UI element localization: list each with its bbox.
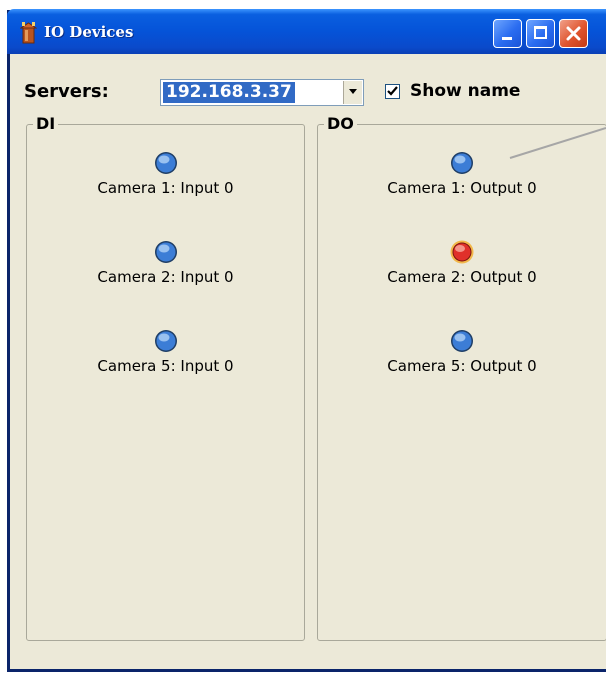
minimize-button[interactable]: [493, 19, 522, 48]
do-group: DO Camera 1: Output 0 Camera 2: Output 0: [317, 114, 606, 641]
close-icon: [566, 26, 581, 41]
led-off-icon: [154, 330, 177, 352]
led-off-icon: [451, 152, 473, 174]
chevron-down-icon: [349, 89, 357, 94]
show-name-label[interactable]: Show name: [410, 81, 520, 101]
do-item-camera-1[interactable]: Camera 1: Output 0: [318, 151, 606, 197]
maximize-icon: [534, 26, 547, 39]
do-item-camera-5[interactable]: Camera 5: Output 0: [318, 329, 606, 375]
server-select[interactable]: 192.168.3.37: [160, 79, 364, 106]
server-dropdown-button[interactable]: [343, 81, 362, 104]
di-item-label: Camera 2: Input 0: [97, 268, 234, 286]
title-bar[interactable]: IO Devices: [7, 9, 606, 54]
di-item-label: Camera 1: Input 0: [97, 179, 234, 197]
server-select-value: 192.168.3.37: [163, 82, 295, 103]
show-name-checkbox[interactable]: [385, 84, 400, 99]
servers-label: Servers:: [24, 81, 109, 102]
window-title: IO Devices: [44, 23, 134, 41]
led-on-icon: [450, 240, 474, 264]
led-off-icon: [154, 241, 177, 263]
do-item-camera-2[interactable]: Camera 2: Output 0: [318, 240, 606, 286]
do-item-label: Camera 1: Output 0: [387, 179, 537, 197]
di-item-camera-2[interactable]: Camera 2: Input 0: [27, 240, 304, 286]
do-item-label: Camera 2: Output 0: [387, 268, 537, 286]
do-item-label: Camera 5: Output 0: [387, 357, 537, 375]
minimize-icon: [502, 37, 512, 40]
maximize-button[interactable]: [526, 19, 555, 48]
di-item-camera-1[interactable]: Camera 1: Input 0: [27, 151, 304, 197]
do-group-title: DO: [324, 114, 357, 133]
di-group-title: DI: [33, 114, 59, 133]
tower-icon: [20, 22, 37, 44]
checkmark-icon: [387, 86, 398, 96]
led-off-icon: [451, 330, 473, 352]
di-item-label: Camera 5: Input 0: [97, 357, 234, 375]
led-off-icon: [154, 152, 177, 174]
di-group: DI Camera 1: Input 0 Camera 2: Input 0 C…: [26, 114, 305, 641]
di-item-camera-5[interactable]: Camera 5: Input 0: [27, 329, 304, 375]
io-devices-window: IO Devices Servers: 192.168.3.37 Show na…: [7, 9, 606, 672]
close-button[interactable]: [559, 19, 588, 48]
